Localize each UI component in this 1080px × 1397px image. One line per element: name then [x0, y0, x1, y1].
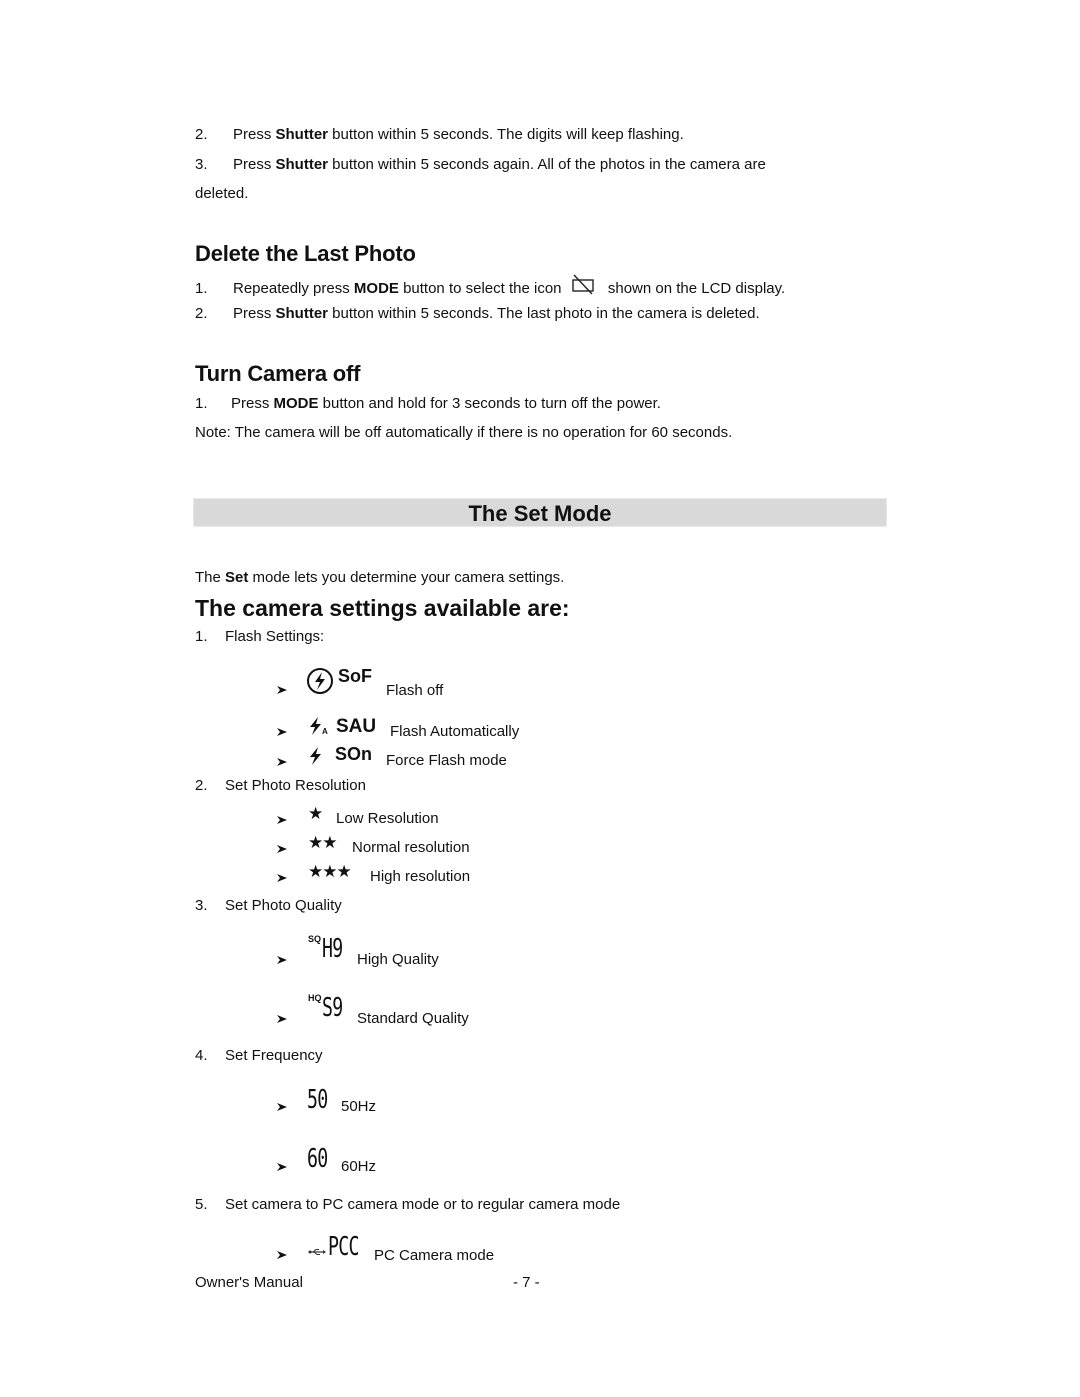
50hz-lcd-icon: 50: [307, 1085, 328, 1115]
setting-flash: 1. Flash Settings:: [195, 628, 325, 645]
two-stars-icon: ★★: [308, 833, 338, 852]
svg-text:A: A: [322, 727, 328, 736]
arrow-bullet-icon: [277, 956, 287, 964]
one-star-icon: ★: [308, 804, 324, 823]
footer-page-number: - 7 -: [513, 1274, 540, 1291]
arrow-bullet-icon: [277, 1251, 287, 1259]
flash-off-icon: [307, 668, 333, 694]
arrow-bullet-icon: [277, 1103, 287, 1111]
arrow-bullet-icon: [277, 874, 287, 882]
arrow-bullet-icon: [277, 728, 287, 736]
arrow-bullet-icon: [277, 686, 287, 694]
flash-force-icon: [310, 747, 321, 765]
set-mode-banner: The Set Mode: [193, 498, 887, 527]
turn-off-step-1: 1. Press MODE button and hold for 3 secon…: [195, 395, 661, 412]
arrow-bullet-icon: [277, 758, 287, 766]
set-mode-intro: The Set mode lets you determine your cam…: [195, 569, 565, 586]
setting-pc-camera: 5. Set camera to PC camera mode or to reg…: [195, 1196, 621, 1213]
arrow-bullet-icon: [277, 1163, 287, 1171]
delete-step-2: 2. Press Shutter button within 5 seconds.…: [195, 305, 760, 322]
setting-quality: 3. Set Photo Quality: [195, 897, 342, 914]
settings-title: The camera settings available are:: [195, 595, 570, 621]
setting-frequency: 4. Set Frequency: [195, 1047, 323, 1064]
step-3-text: 3. Press Shutter button within 5 seconds …: [195, 156, 766, 173]
section-title-delete-last: Delete the Last Photo: [195, 241, 416, 266]
three-stars-icon: ★★★: [308, 862, 352, 881]
arrow-bullet-icon: [277, 816, 287, 824]
footer-manual-title: Owner's Manual: [195, 1274, 303, 1291]
arrow-bullet-icon: [277, 1015, 287, 1023]
turn-off-note: Note: The camera will be off automatical…: [195, 424, 733, 441]
section-title-turn-off: Turn Camera off: [195, 361, 361, 386]
setting-resolution: 2. Set Photo Resolution: [195, 777, 366, 794]
delete-frame-icon: [570, 274, 600, 295]
arrow-bullet-icon: [277, 845, 287, 853]
step-3-continuation: deleted.: [195, 185, 249, 202]
delete-step-1: 1. Repeatedly press MODE button to select…: [195, 274, 785, 298]
60hz-lcd-icon: 60: [307, 1144, 328, 1174]
flash-auto-icon: A: [310, 717, 328, 736]
step-2-text: 2. Press Shutter button within 5 seconds.…: [195, 126, 684, 143]
